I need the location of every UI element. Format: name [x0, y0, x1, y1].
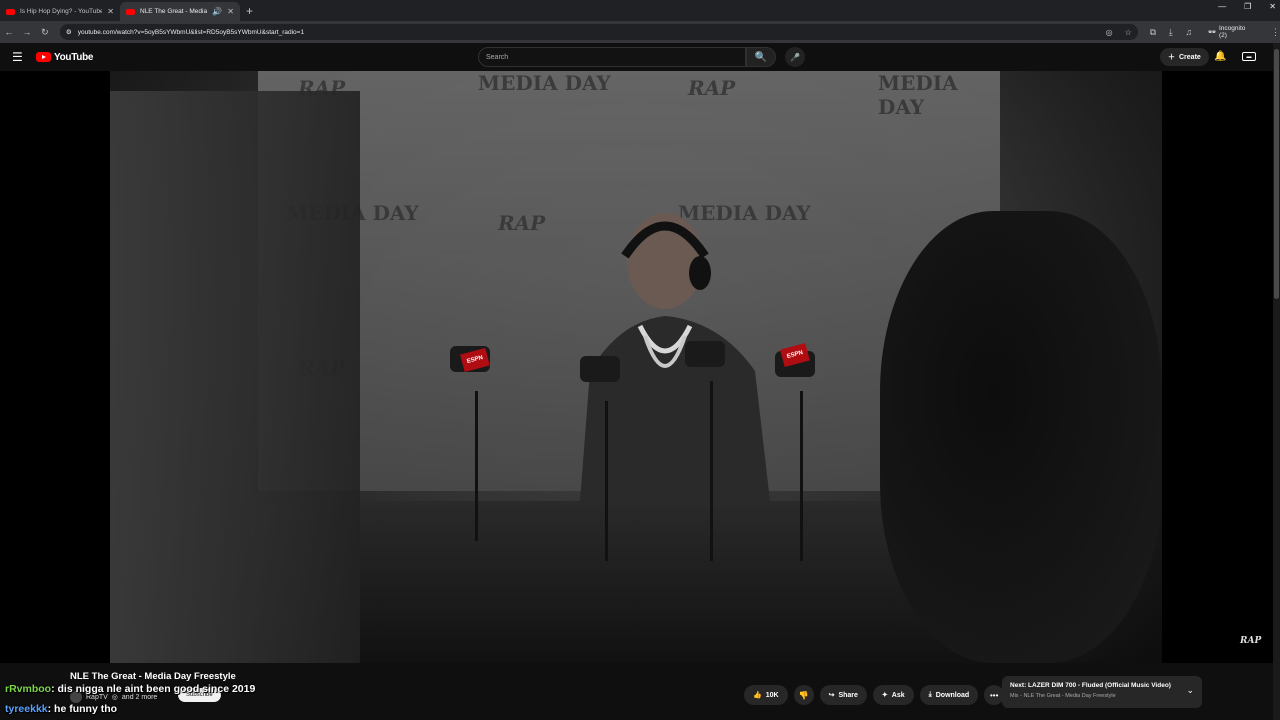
share-button[interactable]: ↪ Share — [819, 685, 867, 705]
chat-overlay-line: tyreekkk: he funny tho — [5, 703, 117, 715]
minimize-icon[interactable]: — — [1218, 2, 1226, 11]
forward-icon[interactable]: → — [18, 27, 36, 37]
page-scrollbar[interactable] — [1273, 43, 1280, 720]
account-icon[interactable]: ▬ — [1242, 52, 1256, 61]
youtube-favicon-icon — [6, 8, 15, 15]
create-button[interactable]: ＋ Create — [1160, 48, 1209, 66]
plus-icon: ＋ — [1168, 54, 1175, 61]
mic-stand — [605, 401, 608, 561]
incognito-label: Incognito (2) — [1218, 25, 1246, 39]
url-text[interactable]: youtube.com/watch?v=5oyB5sYWbmU&list=RD5… — [78, 29, 304, 36]
browser-toolbar: ← → ↻ ⚙ youtube.com/watch?v=5oyB5sYWbmU&… — [0, 21, 1280, 43]
download-button[interactable]: ⤓ Download — [919, 685, 979, 705]
thumbs-up-icon: 👍 — [753, 692, 762, 699]
thumbs-down-icon: 👎 — [798, 690, 809, 700]
microphone-icon: 🎤 — [790, 52, 800, 62]
browser-tab-bar: Is Hip Hop Dying? - YouTube ✕ NLE The Gr… — [0, 0, 1280, 21]
sparkle-icon: ✦ — [881, 692, 888, 699]
up-next-subtitle: Mix - NLE The Great - Media Day Freestyl… — [1010, 693, 1116, 699]
voice-search-button[interactable]: 🎤 — [785, 47, 805, 67]
ask-button[interactable]: ✦ Ask — [872, 685, 914, 705]
artist-figure — [580, 213, 770, 501]
audio-icon: 🔊 — [212, 7, 223, 16]
download-label: Download — [935, 691, 970, 699]
chat-username: tyreekkk — [5, 703, 48, 715]
new-tab-button[interactable]: + — [240, 2, 259, 21]
up-next-title: Next: LAZER DIM 700 - Fluded (Official M… — [1010, 682, 1171, 689]
microphone — [580, 356, 620, 382]
video-player[interactable]: MEDIA DAY MEDIA DAY MEDIA DAY MEDIA DAY … — [0, 71, 1273, 663]
like-button[interactable]: 👍 10K — [744, 685, 788, 705]
incognito-indicator[interactable]: 🕶 Incognito (2) — [1208, 25, 1255, 39]
youtube-logo[interactable]: YouTube — [36, 51, 94, 63]
search-input[interactable]: Search — [478, 47, 746, 67]
notifications-bell-icon[interactable]: 🔔 — [1214, 51, 1226, 62]
media-icon[interactable]: ♫ — [1180, 27, 1198, 37]
incognito-icon: 🕶 — [1207, 29, 1216, 36]
restore-icon[interactable]: ❐ — [1244, 2, 1251, 11]
browser-menu-icon[interactable]: ⋮ — [1271, 27, 1280, 38]
more-icon: ••• — [989, 690, 999, 700]
tab-title: Is Hip Hop Dying? - YouTube — [20, 8, 103, 15]
address-bar[interactable]: ⚙ youtube.com/watch?v=5oyB5sYWbmU&list=R… — [59, 24, 1138, 40]
search-button[interactable]: 🔍 — [746, 47, 776, 67]
extensions-icon[interactable]: ⧉ — [1144, 27, 1162, 38]
omnibox-tools: ◎ ☆ — [1106, 28, 1132, 37]
close-window-icon[interactable]: ✕ — [1269, 2, 1276, 11]
backdrop-text: MEDIA DAY — [878, 71, 958, 119]
youtube-favicon-icon — [126, 8, 135, 15]
backdrop-text: RAP — [498, 211, 546, 235]
search-icon: 🔍 — [754, 51, 768, 63]
share-icon: ↪ — [828, 692, 835, 699]
like-count: 10K — [765, 691, 779, 699]
backdrop-text: RAP — [688, 76, 736, 100]
tab-title: NLE The Great - Media Da... — [140, 8, 208, 15]
microphone — [685, 341, 725, 367]
ask-label: Ask — [891, 691, 905, 699]
share-label: Share — [838, 691, 858, 699]
camera-left — [110, 91, 360, 663]
site-info-icon[interactable]: ⚙ — [66, 28, 72, 36]
tab-close-icon[interactable]: ✕ — [227, 7, 234, 16]
hamburger-menu-icon[interactable]: ☰ — [12, 50, 24, 64]
chat-username: rRvmboo — [5, 683, 52, 695]
mic-stand — [710, 381, 713, 561]
video-frame: MEDIA DAY MEDIA DAY MEDIA DAY MEDIA DAY … — [110, 71, 1162, 663]
video-title: NLE The Great - Media Day Freestyle — [70, 671, 236, 682]
up-next-card[interactable]: Next: LAZER DIM 700 - Fluded (Official M… — [1002, 676, 1202, 708]
dislike-button[interactable]: 👎 — [793, 685, 814, 705]
back-icon[interactable]: ← — [0, 27, 18, 37]
youtube-play-icon — [36, 52, 51, 62]
downloads-icon[interactable]: ⤓ — [1162, 27, 1180, 38]
backdrop-text: MEDIA DAY — [478, 71, 611, 95]
browser-tab-1[interactable]: Is Hip Hop Dying? - YouTube ✕ — [0, 2, 120, 21]
chat-message: : he funny tho — [47, 703, 118, 715]
mic-stand — [800, 391, 803, 561]
browser-tab-2[interactable]: NLE The Great - Media Da... 🔊 ✕ — [120, 2, 240, 21]
scrollbar-thumb[interactable] — [1274, 49, 1279, 299]
tracking-eye-icon[interactable]: ◎ — [1106, 28, 1113, 37]
create-label: Create — [1179, 53, 1201, 61]
video-info-bar: NLE The Great - Media Day Freestyle RapT… — [0, 663, 1273, 720]
chat-overlay-line: rRvmboo: dis nigga nle aint been good si… — [5, 683, 255, 695]
tab-close-icon[interactable]: ✕ — [107, 7, 114, 16]
chat-message: : dis nigga nle aint been good since 201… — [51, 683, 256, 695]
video-actions: 👍 10K 👎 ↪ Share ✦ Ask ⤓ Download ••• — [744, 685, 1005, 705]
window-controls: — ❐ ✕ — [1218, 2, 1276, 11]
youtube-header: ☰ YouTube Search 🔍 🎤 ＋ Create 🔔 ▬ — [0, 43, 1280, 71]
camera-right — [880, 211, 1162, 663]
download-icon: ⤓ — [928, 691, 932, 698]
youtube-wordmark: YouTube — [54, 51, 94, 63]
reload-icon[interactable]: ↻ — [36, 27, 54, 38]
bookmark-star-icon[interactable]: ☆ — [1125, 28, 1132, 37]
chevron-down-icon[interactable]: ⌄ — [1186, 685, 1194, 696]
rap-watermark: RAP — [1240, 636, 1262, 646]
mic-stand — [475, 391, 478, 541]
